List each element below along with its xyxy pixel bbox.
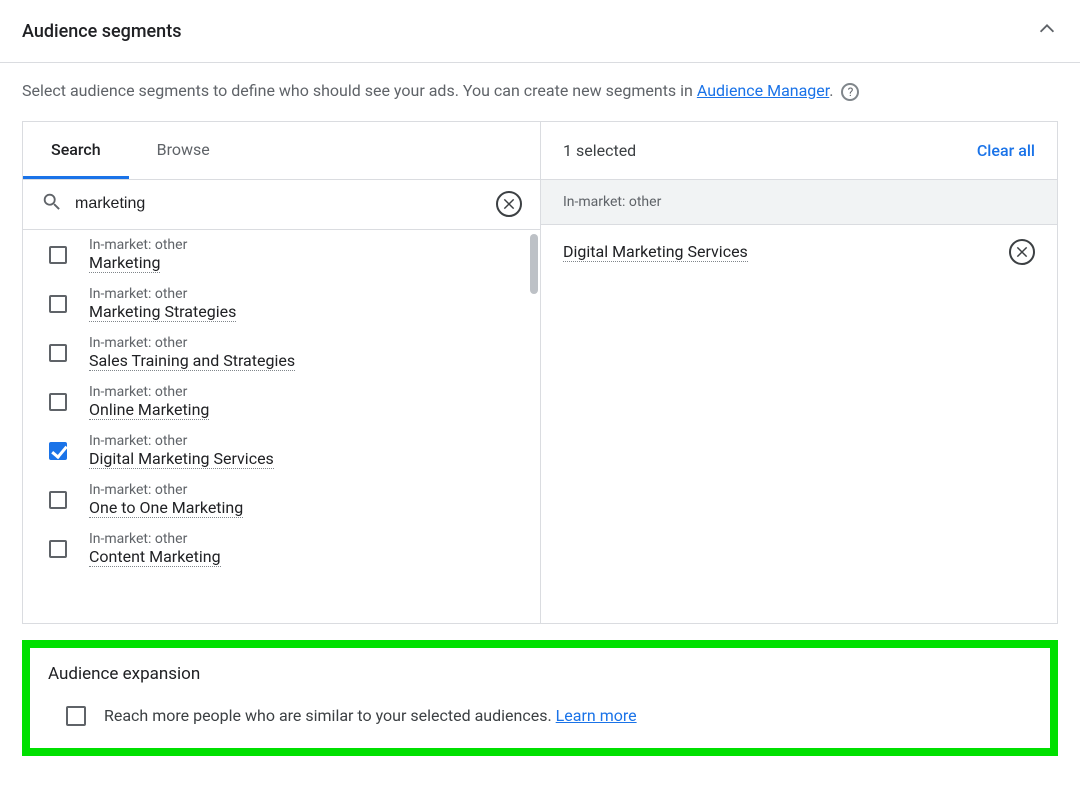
section-description: Select audience segments to define who s… <box>0 63 1080 121</box>
result-item[interactable]: In-market: otherMarketing <box>23 230 540 279</box>
description-text-post: . <box>829 81 833 100</box>
search-icon <box>41 191 63 217</box>
result-checkbox[interactable] <box>49 295 67 313</box>
selected-header: 1 selected Clear all <box>541 122 1057 180</box>
clear-all-button[interactable]: Clear all <box>977 141 1035 160</box>
learn-more-link[interactable]: Learn more <box>556 706 637 725</box>
scrollbar-thumb[interactable] <box>530 234 538 294</box>
audience-expansion-title: Audience expansion <box>48 664 1032 684</box>
result-category: In-market: other <box>89 531 221 547</box>
audience-expansion-checkbox[interactable] <box>66 706 86 726</box>
clear-search-button[interactable] <box>496 191 522 217</box>
collapse-toggle-icon[interactable] <box>1036 18 1058 44</box>
result-category: In-market: other <box>89 237 187 253</box>
selected-item-name: Digital Marketing Services <box>563 242 748 262</box>
audience-expansion-highlight: Audience expansion Reach more people who… <box>22 640 1058 756</box>
result-item[interactable]: In-market: otherDigital Marketing Servic… <box>23 426 540 475</box>
result-item[interactable]: In-market: otherSales Training and Strat… <box>23 328 540 377</box>
search-input[interactable] <box>63 195 496 213</box>
result-item[interactable]: In-market: otherContent Marketing <box>23 524 540 573</box>
selected-list: Digital Marketing Services <box>541 225 1057 279</box>
search-row <box>23 180 540 230</box>
picker-left-pane: Search Browse In-market: otherMarketingI… <box>23 122 541 623</box>
result-list[interactable]: In-market: otherMarketingIn-market: othe… <box>23 230 540 623</box>
result-checkbox[interactable] <box>49 540 67 558</box>
picker-right-pane: 1 selected Clear all In-market: other Di… <box>541 122 1057 623</box>
description-text-pre: Select audience segments to define who s… <box>22 81 697 100</box>
result-name: Sales Training and Strategies <box>89 351 295 371</box>
audience-manager-link[interactable]: Audience Manager <box>697 81 829 100</box>
result-category: In-market: other <box>89 384 209 400</box>
result-checkbox[interactable] <box>49 393 67 411</box>
result-name: Online Marketing <box>89 400 209 420</box>
tab-search[interactable]: Search <box>23 122 129 179</box>
selected-group-header: In-market: other <box>541 180 1057 225</box>
result-name: Content Marketing <box>89 547 221 567</box>
result-name: Digital Marketing Services <box>89 449 274 469</box>
audience-expansion-text: Reach more people who are similar to you… <box>104 706 556 725</box>
tab-browse[interactable]: Browse <box>129 122 238 179</box>
result-name: Marketing <box>89 253 160 273</box>
result-category: In-market: other <box>89 433 274 449</box>
result-category: In-market: other <box>89 482 243 498</box>
remove-selected-button[interactable] <box>1009 239 1035 265</box>
result-item[interactable]: In-market: otherMarketing Strategies <box>23 279 540 328</box>
segment-picker-panel: Search Browse In-market: otherMarketingI… <box>22 121 1058 624</box>
help-icon[interactable]: ? <box>841 83 859 101</box>
section-header: Audience segments <box>0 0 1080 63</box>
result-checkbox[interactable] <box>49 491 67 509</box>
result-name: One to One Marketing <box>89 498 243 518</box>
result-checkbox[interactable] <box>49 246 67 264</box>
result-category: In-market: other <box>89 335 295 351</box>
result-item[interactable]: In-market: otherOnline Marketing <box>23 377 540 426</box>
audience-expansion-row: Reach more people who are similar to you… <box>48 706 1032 726</box>
result-category: In-market: other <box>89 286 236 302</box>
selected-item: Digital Marketing Services <box>541 225 1057 279</box>
result-checkbox[interactable] <box>49 442 67 460</box>
section-title: Audience segments <box>22 21 181 42</box>
result-name: Marketing Strategies <box>89 302 236 322</box>
result-item[interactable]: In-market: otherOne to One Marketing <box>23 475 540 524</box>
result-checkbox[interactable] <box>49 344 67 362</box>
picker-tabs: Search Browse <box>23 122 540 180</box>
selected-count: 1 selected <box>563 141 636 160</box>
